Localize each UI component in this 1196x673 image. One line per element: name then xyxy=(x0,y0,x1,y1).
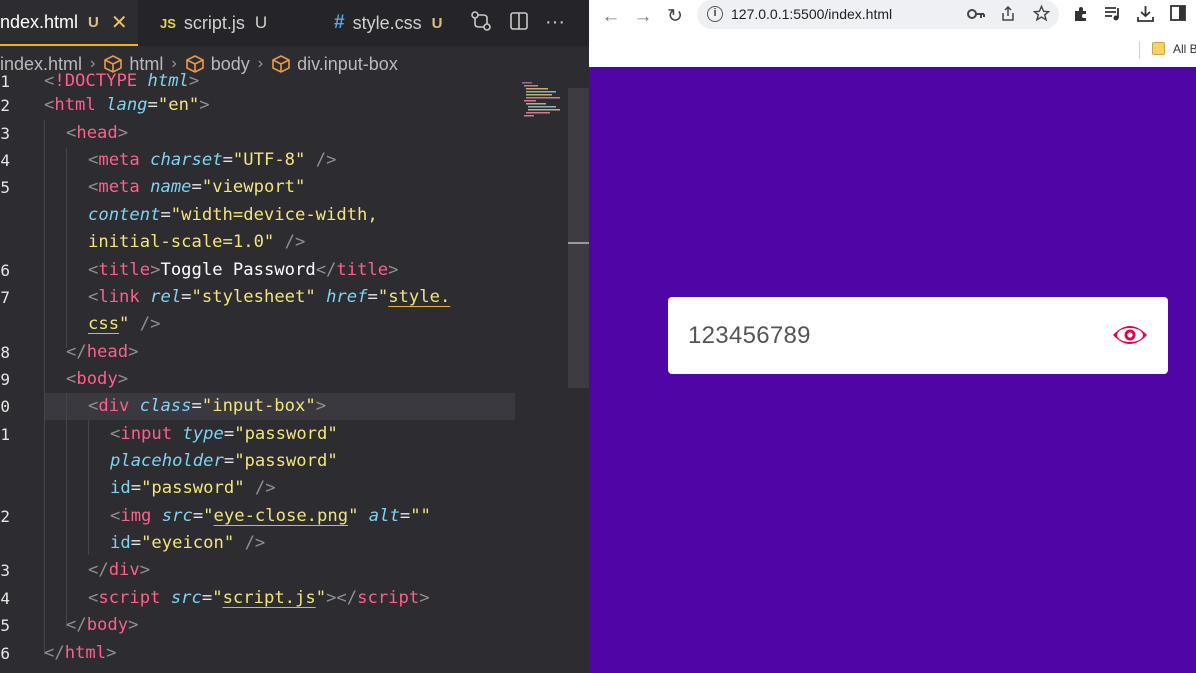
bookmarks-bar: All B xyxy=(589,34,1196,67)
tab-label: index.html xyxy=(0,11,79,32)
code-line: <link rel="stylesheet" href="style. xyxy=(88,287,451,307)
line-number: 0 xyxy=(0,397,10,416)
code-line: id="password" /> xyxy=(110,478,276,498)
indent-guide xyxy=(44,120,45,655)
code-line: <title>Toggle Password</title> xyxy=(88,260,399,280)
code-line: <meta charset="UTF-8" /> xyxy=(88,150,337,170)
code-line: css" /> xyxy=(88,314,161,334)
key-icon[interactable] xyxy=(967,7,985,21)
code-line: <script src="script.js"></script> xyxy=(88,588,430,608)
line-number: 5 xyxy=(0,616,10,635)
code-line: id="eyeicon" /> xyxy=(110,533,266,553)
forward-icon[interactable]: → xyxy=(629,3,657,31)
code-line: </body> xyxy=(66,615,139,635)
reload-icon[interactable]: ↻ xyxy=(661,3,689,31)
line-number: 5 xyxy=(0,178,10,197)
line-number xyxy=(0,229,10,256)
untracked-badge: U xyxy=(254,13,268,32)
browser-window: ← → ↻ i 127.0.0.1:5500/index.html All B … xyxy=(589,0,1196,673)
code-line: placeholder="password" xyxy=(110,451,338,471)
code-line: <body> xyxy=(66,369,129,389)
code-line: </head> xyxy=(66,342,139,362)
tab-label: style.css xyxy=(352,12,422,33)
code-line: content="width=device-width, xyxy=(88,205,378,225)
javascript-file-icon: JS xyxy=(160,15,176,31)
code-line: initial-scale=1.0" /> xyxy=(88,232,306,252)
password-field[interactable]: 123456789 xyxy=(688,322,811,350)
minimap[interactable] xyxy=(520,80,564,124)
code-line: <html lang="en"> xyxy=(44,95,210,115)
extensions-icon[interactable] xyxy=(1073,6,1089,22)
more-actions-icon[interactable]: ··· xyxy=(543,10,567,34)
element-icon xyxy=(272,55,290,73)
line-number: 3 xyxy=(0,561,10,580)
back-icon[interactable]: ← xyxy=(597,3,625,31)
line-number: 3 xyxy=(0,124,10,143)
code-editor: index.html U ✕ JS script.js U # style.cs… xyxy=(0,0,589,673)
media-queue-icon[interactable] xyxy=(1104,6,1122,22)
code-line: <!DOCTYPE html> xyxy=(44,71,200,91)
address-bar[interactable]: i 127.0.0.1:5500/index.html xyxy=(697,0,1059,29)
folder-icon xyxy=(1152,42,1165,55)
untracked-badge: U xyxy=(431,14,443,32)
web-page: 123456789 xyxy=(589,67,1196,673)
breadcrumb-div[interactable]: div.input-box xyxy=(297,54,398,75)
css-file-icon: # xyxy=(334,12,345,33)
line-number xyxy=(0,530,10,557)
code-line: </html> xyxy=(44,643,117,663)
line-number: 1 xyxy=(0,72,10,91)
line-number: 7 xyxy=(0,288,10,307)
all-bookmarks-label[interactable]: All B xyxy=(1173,42,1196,56)
indent-guide xyxy=(66,148,67,348)
line-number xyxy=(0,448,10,475)
line-number: 9 xyxy=(0,370,10,389)
line-number xyxy=(0,311,10,338)
line-number: 2 xyxy=(0,96,10,115)
divider xyxy=(1139,41,1140,59)
line-number: 6 xyxy=(0,261,10,280)
breadcrumb-body[interactable]: body xyxy=(211,54,250,75)
line-number: 6 xyxy=(0,644,10,663)
code-line: <meta name="viewport" xyxy=(88,177,306,197)
split-editor-icon[interactable] xyxy=(507,10,531,34)
code-area[interactable]: 1 2 3 4 5 6 7 8 9 0 1 2 3 4 5 6 <!DOCTYPE html> <html l… xyxy=(0,71,568,673)
scroll-position-marker xyxy=(568,242,589,244)
line-number: 8 xyxy=(0,343,10,362)
code-line: <img src="eye-close.png" alt="" xyxy=(110,506,431,526)
site-info-icon[interactable]: i xyxy=(707,6,723,22)
indent-guide xyxy=(88,420,89,555)
line-number: 4 xyxy=(0,589,10,608)
line-number xyxy=(0,202,10,229)
compare-changes-icon[interactable] xyxy=(469,10,493,34)
code-line: <input type="password" xyxy=(110,424,338,444)
editor-scrollbar[interactable] xyxy=(568,88,589,388)
line-number: 1 xyxy=(0,425,10,444)
eye-open-icon[interactable] xyxy=(1112,323,1148,347)
tab-label: script.js xyxy=(183,12,245,33)
browser-toolbar: ← → ↻ i 127.0.0.1:5500/index.html xyxy=(589,0,1196,34)
tab-style-css[interactable]: # style.css U xyxy=(334,0,464,46)
code-line: </div> xyxy=(88,560,151,580)
side-panel-icon[interactable] xyxy=(1170,5,1186,21)
tab-index-html[interactable]: index.html U ✕ xyxy=(0,0,138,46)
close-icon[interactable]: ✕ xyxy=(111,10,128,35)
code-line: <head> xyxy=(66,123,129,143)
share-icon[interactable] xyxy=(1000,6,1016,22)
line-number: 2 xyxy=(0,507,10,526)
tab-script-js[interactable]: JS script.js U xyxy=(160,0,310,46)
url-text[interactable]: 127.0.0.1:5500/index.html xyxy=(731,6,892,22)
star-icon[interactable] xyxy=(1033,5,1050,22)
line-number: 4 xyxy=(0,151,10,170)
editor-tab-bar: index.html U ✕ JS script.js U # style.cs… xyxy=(0,0,589,46)
indent-guide xyxy=(66,393,67,628)
code-line: <div class="input-box"> xyxy=(88,396,327,416)
password-input-box[interactable]: 123456789 xyxy=(668,297,1168,374)
untracked-badge: U xyxy=(88,13,99,31)
line-number xyxy=(0,475,10,502)
chevron-right-icon: › xyxy=(257,55,264,72)
download-icon[interactable] xyxy=(1137,5,1154,22)
